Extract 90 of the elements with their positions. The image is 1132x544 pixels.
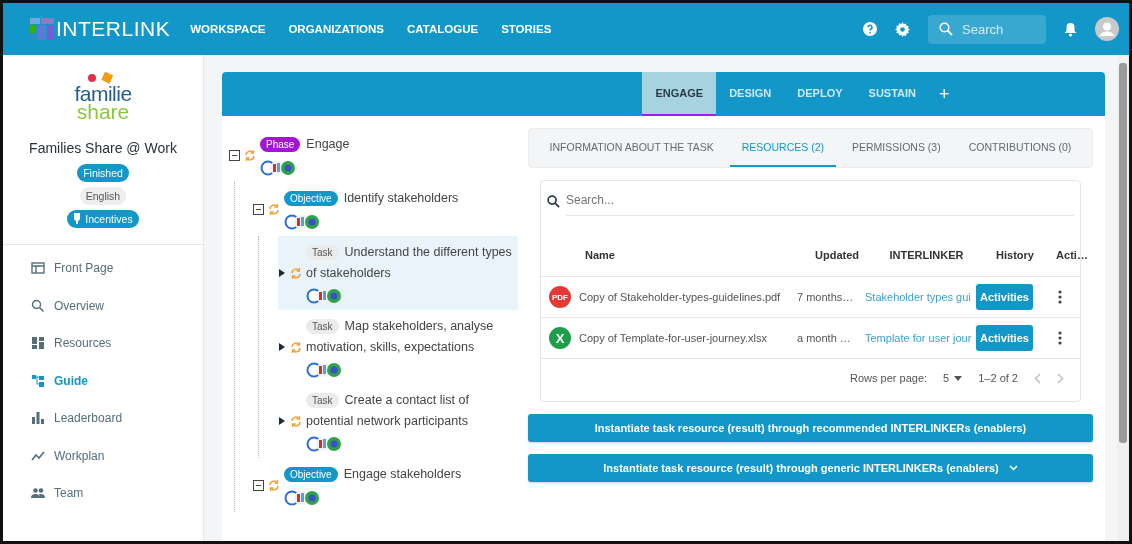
scrollbar[interactable]	[1117, 55, 1129, 541]
sync-icon	[290, 414, 302, 428]
more-options-icon[interactable]	[1058, 290, 1062, 304]
nav-link[interactable]: STORIES	[501, 23, 552, 35]
nav-link[interactable]: CATALOGUE	[407, 23, 479, 35]
activities-button[interactable]: Activities	[976, 284, 1033, 310]
tree-node[interactable]: Task Create a contact list of potential network participants	[278, 384, 518, 458]
caret-icon	[954, 375, 963, 381]
interlinker-link[interactable]: Template for user jour	[865, 332, 972, 344]
notification-bell-icon[interactable]	[1064, 21, 1077, 37]
sidebar-item[interactable]: Leaderboard	[31, 409, 203, 428]
nav-link[interactable]: ORGANIZATIONS	[288, 23, 384, 35]
front-page-icon	[31, 261, 45, 276]
avatar-stack-icon	[306, 288, 344, 304]
interlink-logo[interactable]: INTERLINK	[29, 17, 171, 41]
language-badge: English	[79, 186, 127, 205]
rows-per-page-label: Rows per page:	[850, 372, 928, 384]
phase-tab[interactable]: ENGAGE	[642, 72, 717, 116]
task-tab[interactable]: INFORMATION ABOUT THE TASK	[537, 129, 726, 167]
status-badge: Finished	[77, 163, 129, 182]
families-share-logo: familie share	[74, 71, 132, 121]
sidebar-item[interactable]: Team	[31, 484, 203, 503]
project-title: Families Share @ Work	[29, 139, 177, 156]
node-label: Objective Identify stakeholders	[284, 188, 518, 209]
tree-node[interactable]: Phase Engage	[229, 128, 518, 182]
tree-node[interactable]: Objective Engage stakeholders	[253, 458, 518, 512]
tree-node[interactable]: Objective Identify stakeholders	[253, 182, 518, 236]
spreadsheet-file-icon: X	[549, 327, 571, 349]
leaderboard-icon	[31, 411, 45, 426]
page-range: 1–2 of 2	[978, 372, 1018, 384]
avatar-stack-icon	[260, 160, 298, 176]
column-header[interactable]: Updated	[803, 249, 871, 261]
file-name: Copy of Template-for-user-journey.xlsx	[579, 332, 768, 344]
settings-icon[interactable]	[895, 21, 910, 37]
sync-icon	[290, 266, 302, 280]
tree-node[interactable]: Task Understand the different types of stakeholders	[278, 236, 518, 310]
avatar-stack-icon	[306, 362, 344, 378]
task-tab[interactable]: PERMISSIONS (3)	[840, 129, 953, 167]
activities-button[interactable]: Activities	[976, 325, 1033, 351]
task-tab[interactable]: CONTRIBUTIONS (0)	[956, 129, 1084, 167]
column-header[interactable]: Acti…	[1048, 249, 1090, 261]
overview-icon	[31, 298, 45, 313]
column-header[interactable]: Name	[579, 249, 803, 261]
sidebar-item[interactable]: Resources	[31, 334, 203, 353]
node-label: Phase Engage	[260, 134, 518, 155]
avatar-stack-icon	[284, 214, 322, 230]
sync-icon	[290, 340, 302, 354]
search-icon	[939, 21, 953, 36]
expand-icon[interactable]	[278, 342, 286, 352]
task-tab[interactable]: RESOURCES (2)	[729, 129, 836, 167]
collapse-icon[interactable]	[229, 149, 240, 161]
chevron-down-icon[interactable]	[1008, 465, 1018, 471]
more-options-icon[interactable]	[1058, 331, 1062, 345]
sidebar-item[interactable]: Overview	[31, 297, 203, 315]
column-header[interactable]: INTERLINKER	[871, 249, 982, 261]
sync-icon	[244, 148, 256, 162]
add-phase-button[interactable]: +	[929, 72, 960, 116]
node-label: Objective Engage stakeholders	[284, 464, 518, 485]
file-name: Copy of Stakeholder-types-guidelines.pdf	[579, 291, 782, 303]
resources-icon	[31, 336, 45, 351]
node-label: Task Understand the different types of stakeholders	[306, 244, 513, 282]
team-icon	[31, 486, 45, 501]
search-icon	[547, 195, 560, 208]
expand-icon[interactable]	[278, 268, 286, 278]
instantiate-button[interactable]: Instantiate task resource (result) through generic INTERLINKERs (enablers)	[528, 454, 1093, 482]
tree-node[interactable]: Task Map stakeholders, analyse motivation, skills, expectations	[278, 310, 518, 384]
sync-icon	[268, 478, 280, 492]
sidebar-item[interactable]: Guide	[31, 372, 203, 390]
expand-icon[interactable]	[278, 416, 286, 426]
guide-icon	[31, 373, 45, 388]
incentives-badge[interactable]: Incentives	[67, 209, 139, 228]
node-label: Task Create a contact list of potential network participants	[306, 392, 470, 430]
avatar-stack-icon	[306, 436, 344, 452]
nav-link[interactable]: WORKSPACE	[190, 23, 266, 35]
user-avatar-icon[interactable]	[1095, 17, 1119, 41]
updated-cell-text: a month …	[797, 332, 852, 344]
rows-per-page-select[interactable]: 5	[943, 372, 963, 384]
avatar-stack-icon	[284, 490, 322, 506]
node-label: Task Map stakeholders, analyse motivation, skills, expectations	[306, 318, 495, 356]
collapse-icon[interactable]	[253, 479, 264, 491]
pdf-file-icon: PDF	[549, 286, 571, 308]
instantiate-button[interactable]: Instantiate task resource (result) through recommended INTERLINKERs (enablers)	[528, 414, 1093, 442]
sidebar-item[interactable]: Front Page	[31, 259, 203, 278]
updated-cell-text: 7 months…	[797, 291, 855, 303]
sync-icon	[268, 202, 280, 216]
interlinker-link[interactable]: Stakeholder types gui	[865, 291, 971, 303]
column-header[interactable]: History	[982, 249, 1048, 261]
help-icon[interactable]	[863, 22, 877, 36]
collapse-icon[interactable]	[253, 203, 264, 215]
sidebar-item[interactable]: Workplan	[31, 447, 203, 465]
